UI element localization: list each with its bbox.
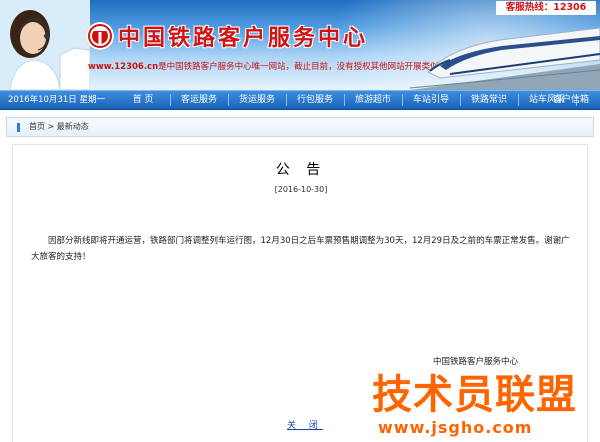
header-banner: 中国铁路客户服务中心 www.12306.cn是中国铁路客户服务中心唯一网站，截… bbox=[0, 0, 600, 90]
customer-service-operator-image bbox=[0, 0, 90, 90]
hotline-number: 12306 bbox=[553, 2, 587, 13]
breadcrumb-marker bbox=[17, 123, 20, 132]
railway-logo bbox=[86, 22, 114, 50]
nav-item-freight[interactable]: 货运服务 bbox=[232, 91, 282, 109]
high-speed-train-image bbox=[410, 27, 600, 90]
nav-date: 2016年10月31日 星期一 bbox=[8, 95, 105, 105]
announcement-signoff: 中国铁路客户服务中心 bbox=[433, 357, 519, 367]
nav-item-travel[interactable]: 旅游超市 bbox=[348, 91, 398, 109]
watermark-text: 技术员联盟 bbox=[372, 372, 577, 418]
nav-separator bbox=[460, 94, 461, 106]
breadcrumb-separator: > bbox=[47, 122, 55, 131]
watermark-url: www.jsgho.com bbox=[378, 418, 533, 437]
site-title: 中国铁路客户服务中心 bbox=[118, 25, 369, 51]
hotline-label: 客服热线： bbox=[505, 2, 554, 13]
breadcrumb-text: 首页 > 最新动态 bbox=[29, 118, 89, 136]
close-link[interactable]: 关 闭 bbox=[287, 418, 323, 431]
nav-separator bbox=[402, 94, 403, 106]
nav-separator bbox=[286, 94, 287, 106]
breadcrumb-home[interactable]: 首页 bbox=[29, 122, 45, 131]
nav-item-passenger[interactable]: 客运服务 bbox=[174, 91, 224, 109]
hotline-badge: 客服热线：12306 bbox=[496, 1, 596, 15]
nav-separator bbox=[228, 94, 229, 106]
nav-item-home[interactable]: 首 页 bbox=[120, 91, 166, 109]
nav-item-station-guide[interactable]: 车站引导 bbox=[406, 91, 456, 109]
nav-item-parcel[interactable]: 行包服务 bbox=[290, 91, 340, 109]
nav-item-mailbox[interactable]: 客户信箱 bbox=[545, 91, 597, 109]
nav-separator bbox=[518, 94, 519, 106]
announcement-title: 公 告 bbox=[275, 162, 327, 178]
nav-item-railway-knowledge[interactable]: 铁路常识 bbox=[464, 91, 514, 109]
nav-menu: 首 页 客运服务 货运服务 行包服务 旅游超市 车站引导 铁路常识 站车风采 bbox=[120, 91, 600, 109]
breadcrumb-current: 最新动态 bbox=[56, 122, 89, 131]
nav-separator bbox=[344, 94, 345, 106]
announcement-body: 因部分新线即将开通运营，铁路部门将调整列车运行图，12月30日之后车票预售期调整… bbox=[31, 236, 570, 262]
nav-separator bbox=[170, 94, 171, 106]
breadcrumb: 首页 > 最新动态 bbox=[6, 117, 594, 137]
main-nav: 2016年10月31日 星期一 首 页 客运服务 货运服务 行包服务 旅游超市 … bbox=[0, 90, 600, 110]
announcement-date: [2016-10-30] bbox=[274, 185, 328, 194]
railway-emblem-icon bbox=[90, 26, 110, 46]
notice-domain: www.12306.cn bbox=[88, 62, 159, 72]
